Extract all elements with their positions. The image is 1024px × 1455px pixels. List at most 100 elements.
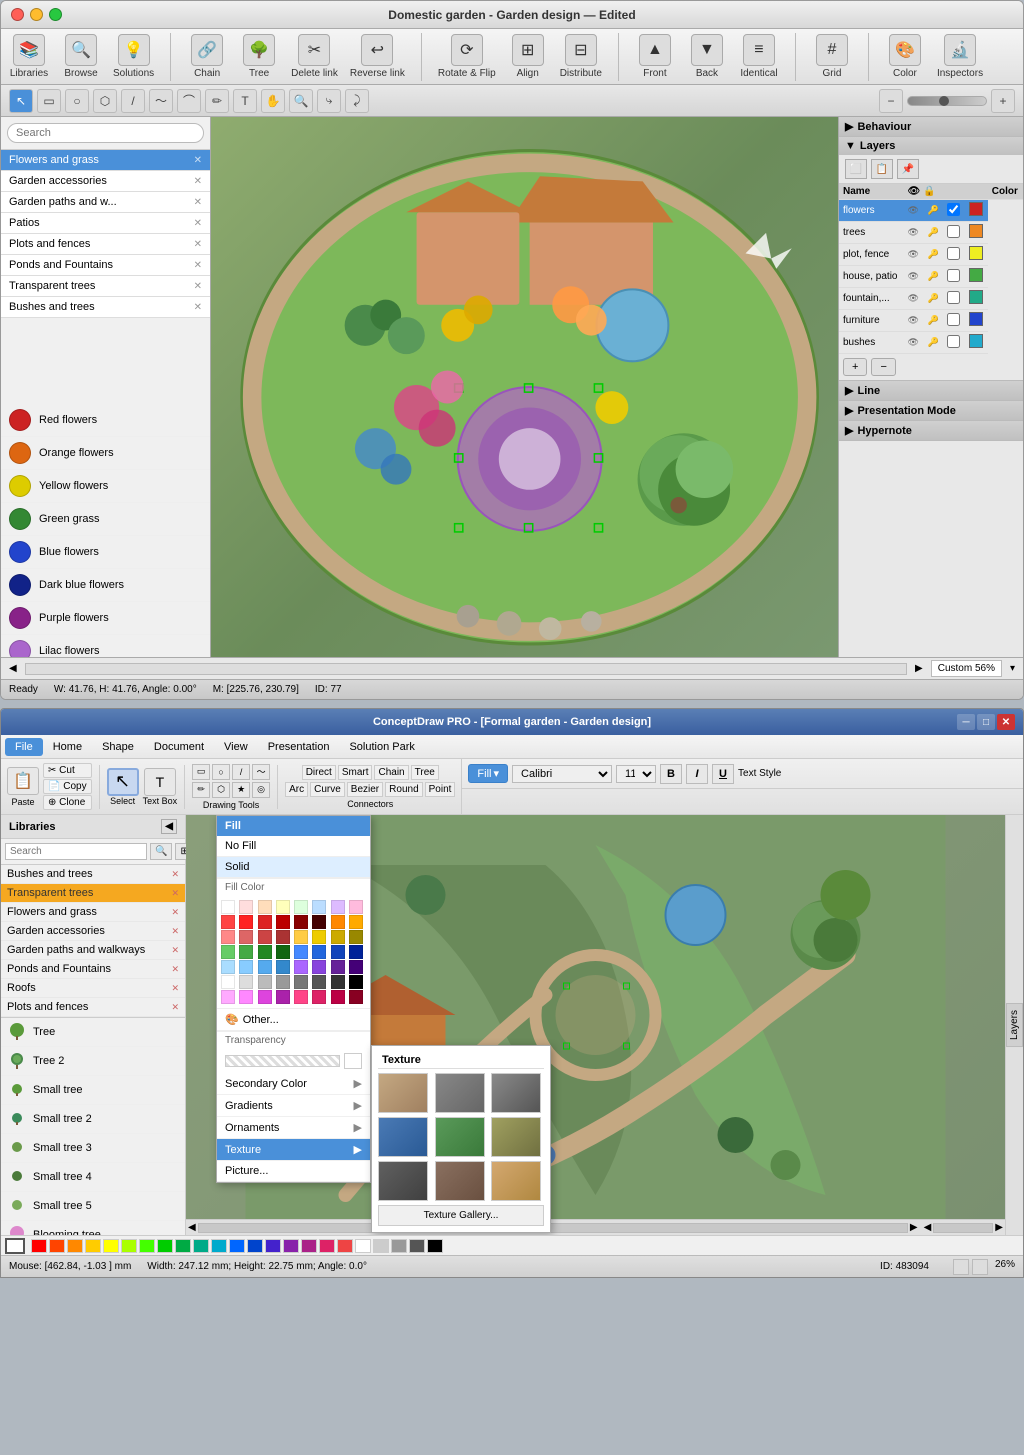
layer-check[interactable] [943,200,965,222]
menu-home[interactable]: Home [43,738,92,756]
color-dark-red[interactable] [294,915,308,929]
underline-button[interactable]: U [712,764,734,784]
scroll-left[interactable]: ◀ [9,663,17,674]
cut-button[interactable]: ✂ Cut [43,763,92,778]
color-light-yellow[interactable] [276,900,290,914]
palette-magenta[interactable] [301,1239,317,1253]
category-item-flowers[interactable]: Flowers and grass ✕ [1,150,210,171]
libraries-button[interactable]: 📚 Libraries [9,34,49,79]
color-magenta1[interactable] [239,990,253,1004]
layers-header[interactable]: ▼ Layers [839,137,1023,155]
align-button[interactable]: ⊞ Align [508,34,548,79]
color-med-red[interactable] [258,930,272,944]
win-tree-item-small[interactable]: Small tree [1,1076,185,1105]
layer-visible-icon[interactable]: 👁 [904,200,924,222]
zoom-in-btn[interactable]: + [991,89,1015,113]
color-deep-pink[interactable] [312,990,326,1004]
win-cat-x-bushes[interactable]: ✕ [171,869,179,880]
flower-item-blue[interactable]: Blue flowers [1,536,210,569]
text-tool[interactable]: T [233,89,257,113]
layer-icon-3[interactable]: 📌 [897,159,919,179]
flower-item-lilac[interactable]: Lilac flowers [1,635,210,658]
palette-bright-yellow[interactable] [103,1239,119,1253]
win-cat-ponds[interactable]: Ponds and Fountains ✕ [1,960,185,979]
texture-6[interactable] [491,1117,541,1157]
picture-item[interactable]: Picture... [217,1161,370,1182]
color-green1[interactable] [221,945,235,959]
scroll-canvas-up[interactable]: ◀ [924,1222,932,1233]
menu-file[interactable]: File [5,738,43,756]
category-item-plots[interactable]: Plots and fences ✕ [1,234,210,255]
menu-solution-park[interactable]: Solution Park [339,738,424,756]
color-mid-sky[interactable] [258,960,272,974]
color-light-blue[interactable] [312,900,326,914]
palette-coral[interactable] [337,1239,353,1253]
font-size-selector[interactable]: 11 [616,765,656,783]
color-red4[interactable] [276,915,290,929]
pen-tool[interactable]: ✏ [205,89,229,113]
palette-white[interactable] [355,1239,371,1253]
win-cat-x-roofs[interactable]: ✕ [171,983,179,994]
color-yellow1[interactable] [294,930,308,944]
behaviour-header[interactable]: ▶ Behaviour [839,117,1023,136]
remove-layer-button[interactable]: − [871,358,895,376]
win-cat-bushes[interactable]: Bushes and trees ✕ [1,865,185,884]
reverse-link-button[interactable]: ↩ Reverse link [350,34,405,79]
identical-button[interactable]: ≡ Identical [739,34,779,79]
texture-item[interactable]: Texture ▶ [217,1139,370,1161]
secondary-color-item[interactable]: Secondary Color ▶ [217,1073,370,1095]
win-close-button[interactable]: ✕ [997,714,1015,730]
flower-item-orange[interactable]: Orange flowers [1,437,210,470]
ellipse-tool[interactable]: ○ [65,89,89,113]
lib-toggle-btn[interactable]: ◀ [161,819,177,834]
color-purple2[interactable] [312,960,326,974]
palette-purple[interactable] [283,1239,299,1253]
solutions-button[interactable]: 💡 Solutions [113,34,154,79]
win-minimize-button[interactable]: ─ [957,714,975,730]
lib-search-input[interactable] [5,843,147,860]
win-cat-x-accessories[interactable]: ✕ [171,926,179,937]
color-salmon[interactable] [221,930,235,944]
color-light-sky[interactable] [239,960,253,974]
win-cat-roofs[interactable]: Roofs ✕ [1,979,185,998]
delete-link-button[interactable]: ✂ Delete link [291,34,338,79]
font-selector[interactable]: Calibri [512,765,612,783]
color-dark-purple[interactable] [349,960,363,974]
color-sky-blue[interactable] [221,960,235,974]
line-header[interactable]: ▶ Line [839,381,1023,400]
status-icon-1[interactable] [953,1259,969,1275]
point-connector[interactable]: Point [425,782,456,797]
direct-connector[interactable]: Direct [302,765,336,780]
italic-button[interactable]: I [686,764,708,784]
palette-gray[interactable] [391,1239,407,1253]
layer-icon-1[interactable]: ⬜ [845,159,867,179]
bold-button[interactable]: B [660,764,682,784]
palette-orange-red[interactable] [49,1239,65,1253]
color-magenta3[interactable] [276,990,290,1004]
grid-button[interactable]: # Grid [812,34,852,79]
status-icon-2[interactable] [972,1259,988,1275]
distribute-button[interactable]: ⊟ Distribute [560,34,602,79]
color-yellow2[interactable] [312,930,326,944]
palette-green-teal[interactable] [175,1239,191,1253]
win-tree-item-small5[interactable]: Small tree 5 [1,1192,185,1221]
shape-btn-5[interactable]: ✏ [192,782,210,798]
layer-row-house[interactable]: house, patio 👁 🔑 [839,266,1023,288]
shape-btn-8[interactable]: ◎ [252,782,270,798]
color-red2[interactable] [239,915,253,929]
horizontal-scrollbar[interactable] [25,663,907,675]
shape-btn-6[interactable]: ⬡ [212,782,230,798]
shape-btn-2[interactable]: ○ [212,764,230,780]
color-dark-yellow[interactable] [349,930,363,944]
solid-option[interactable]: Solid [217,857,370,878]
scroll-canvas-down[interactable]: ▶ [995,1222,1003,1233]
win-cat-x-plots[interactable]: ✕ [171,1002,179,1013]
maximize-button[interactable] [49,8,62,21]
color-pink-red[interactable] [239,930,253,944]
win-cat-transparent[interactable]: Transparent trees ✕ [1,884,185,903]
back-button[interactable]: ▼ Back [687,34,727,79]
color-light-gray[interactable] [239,975,253,989]
h-scroll-track[interactable] [198,1223,908,1233]
win-tree-item-small2[interactable]: Small tree 2 [1,1105,185,1134]
texture-gallery-button[interactable]: Texture Gallery... [378,1205,544,1226]
